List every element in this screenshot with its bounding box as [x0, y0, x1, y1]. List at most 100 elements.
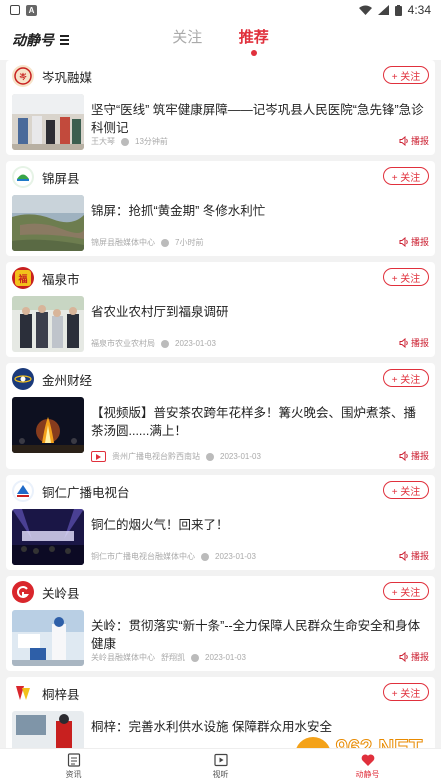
follow-button[interactable]: + 关注: [383, 369, 429, 387]
speaker-icon: [399, 337, 408, 348]
nav-news[interactable]: 资讯: [0, 749, 147, 784]
timestamp: 2023-01-03: [205, 653, 246, 662]
broadcast-button[interactable]: 播报: [399, 134, 429, 147]
news-card[interactable]: 关岭县 + 关注 关岭：贯彻落实“新十条”--全力保障人民群众生命安全和身体健康…: [6, 576, 435, 671]
follow-button[interactable]: + 关注: [383, 683, 429, 701]
author: 福泉市农业农村局: [91, 339, 155, 348]
speaker-icon: [399, 550, 408, 561]
clock-icon: [161, 238, 169, 247]
clock-icon: [161, 339, 169, 348]
speaker-icon: [399, 450, 408, 461]
news-headline[interactable]: 省农业农村厅到福泉调研: [91, 303, 425, 321]
source-avatar[interactable]: [12, 368, 34, 390]
news-headline[interactable]: 锦屏：抢抓“黄金期” 冬修水利忙: [91, 202, 425, 220]
source-name[interactable]: 关岭县: [42, 583, 80, 602]
news-headline[interactable]: 关岭：贯彻落实“新十条”--全力保障人民群众生命安全和身体健康: [91, 617, 425, 653]
app-notification-icon: A: [26, 4, 37, 16]
follow-button[interactable]: + 关注: [383, 66, 429, 84]
follow-button[interactable]: + 关注: [383, 268, 429, 286]
broadcast-label: 播报: [410, 338, 429, 348]
tab-following[interactable]: 关注: [156, 26, 218, 47]
news-meta: 福泉市农业农村局 2023-01-03: [91, 338, 216, 349]
source-avatar[interactable]: [12, 480, 34, 502]
wifi-icon: [358, 5, 372, 15]
news-headline[interactable]: 桐梓：完善水利供水设施 保障群众用水安全: [91, 718, 425, 736]
dongjinghao-icon: [361, 754, 374, 766]
broadcast-label: 播报: [410, 136, 429, 146]
author: 铜仁市广播电视台融媒体中心: [91, 552, 195, 561]
news-thumbnail[interactable]: [12, 610, 84, 666]
top-tabs: 关注 推荐: [0, 26, 441, 56]
news-thumbnail[interactable]: [12, 94, 84, 150]
source-name[interactable]: 铜仁广播电视台: [42, 482, 130, 501]
news-thumbnail[interactable]: [12, 397, 84, 453]
source-avatar[interactable]: 福: [12, 267, 34, 289]
clock: 4:34: [407, 3, 431, 17]
video-icon: [213, 753, 228, 767]
svg-text:岑: 岑: [20, 72, 28, 81]
clock-icon: [206, 452, 214, 461]
source-avatar[interactable]: [12, 682, 34, 704]
notification-icon: [10, 5, 20, 15]
clock-icon: [121, 137, 129, 146]
clock-icon: [201, 552, 209, 561]
news-headline[interactable]: 【视频版】普安茶农跨年花样多！篝火晚会、围炉煮茶、播茶汤圆......满上！: [91, 404, 425, 440]
timestamp: 2023-01-03: [220, 452, 261, 461]
battery-icon: [394, 4, 402, 16]
nav-dongjinghao[interactable]: 动静号: [294, 749, 441, 784]
video-icon: [91, 451, 106, 462]
source-name[interactable]: 岑巩融媒: [42, 67, 92, 86]
speaker-icon: [399, 135, 408, 146]
source-avatar[interactable]: 岑: [12, 65, 34, 87]
broadcast-label: 播报: [410, 237, 429, 247]
nav-news-label: 资讯: [65, 770, 82, 779]
news-card[interactable]: 桐梓县 + 关注 桐梓：完善水利供水设施 保障群众用水安全: [6, 677, 435, 748]
news-thumbnail[interactable]: [12, 195, 84, 251]
source-avatar[interactable]: [12, 166, 34, 188]
news-headline[interactable]: 坚守“医线” 筑牢健康屏障——记岑巩县人民医院“急先锋”急诊科侧记: [91, 101, 425, 137]
nav-video[interactable]: 视听: [147, 749, 294, 784]
follow-button[interactable]: + 关注: [383, 167, 429, 185]
broadcast-button[interactable]: 播报: [399, 449, 429, 462]
svg-text:福: 福: [17, 273, 27, 285]
source-name[interactable]: 锦屏县: [42, 168, 80, 187]
timestamp: 2023-01-03: [175, 339, 216, 348]
broadcast-button[interactable]: 播报: [399, 549, 429, 562]
news-card[interactable]: 金州财经 + 关注 【视频版】普安茶农跨年花样多！篝火晚会、围炉煮茶、播茶汤圆.…: [6, 363, 435, 469]
broadcast-label: 播报: [410, 652, 429, 662]
broadcast-button[interactable]: 播报: [399, 235, 429, 248]
news-headline[interactable]: 铜仁的烟火气！回来了！: [91, 516, 425, 534]
tab-recommended[interactable]: 推荐: [223, 26, 285, 56]
source-name[interactable]: 金州财经: [42, 370, 92, 389]
news-thumbnail[interactable]: [12, 296, 84, 352]
news-meta: 王大琴 13分钟前: [91, 136, 168, 147]
clock-icon: [191, 653, 199, 662]
timestamp: 13分钟前: [135, 137, 168, 146]
broadcast-button[interactable]: 播报: [399, 650, 429, 663]
broadcast-label: 播报: [410, 451, 429, 461]
app-bar: 动静号 关注 推荐: [0, 20, 441, 60]
news-meta: 关岭县融媒体中心 舒翔凯 2023-01-03: [91, 652, 246, 663]
news-card[interactable]: 福 福泉市 + 关注 省农业农村厅到福泉调研 福泉市农业农村局 2023-01-…: [6, 262, 435, 357]
news-thumbnail[interactable]: [12, 711, 84, 748]
author: 王大琴: [91, 137, 115, 146]
source-avatar[interactable]: [12, 581, 34, 603]
news-thumbnail[interactable]: [12, 509, 84, 565]
news-card[interactable]: 锦屏县 + 关注 锦屏：抢抓“黄金期” 冬修水利忙 锦屏县融媒体中心 7小时前 …: [6, 161, 435, 256]
news-card[interactable]: 岑 岑巩融媒 + 关注 坚守“医线” 筑牢健康屏障——记岑巩县人民医院“急先锋”…: [6, 60, 435, 155]
news-feed[interactable]: 岑 岑巩融媒 + 关注 坚守“医线” 筑牢健康屏障——记岑巩县人民医院“急先锋”…: [0, 60, 441, 748]
news-icon: [67, 753, 80, 767]
follow-button[interactable]: + 关注: [383, 582, 429, 600]
broadcast-button[interactable]: 播报: [399, 336, 429, 349]
source-name[interactable]: 桐梓县: [42, 684, 80, 703]
source-name[interactable]: 福泉市: [42, 269, 80, 288]
broadcast-label: 播报: [410, 551, 429, 561]
news-meta: 铜仁市广播电视台融媒体中心 2023-01-03: [91, 551, 256, 562]
co-author: 舒翔凯: [161, 653, 185, 662]
bottom-nav: 资讯 视听 动静号: [0, 748, 441, 784]
timestamp: 7小时前: [175, 238, 204, 247]
follow-button[interactable]: + 关注: [383, 481, 429, 499]
author: 关岭县融媒体中心: [91, 653, 155, 662]
news-card[interactable]: 铜仁广播电视台 + 关注 铜仁的烟火气！回来了！ 铜仁市广播电视台融媒体中心 2…: [6, 475, 435, 570]
nav-dongjinghao-label: 动静号: [355, 770, 380, 779]
